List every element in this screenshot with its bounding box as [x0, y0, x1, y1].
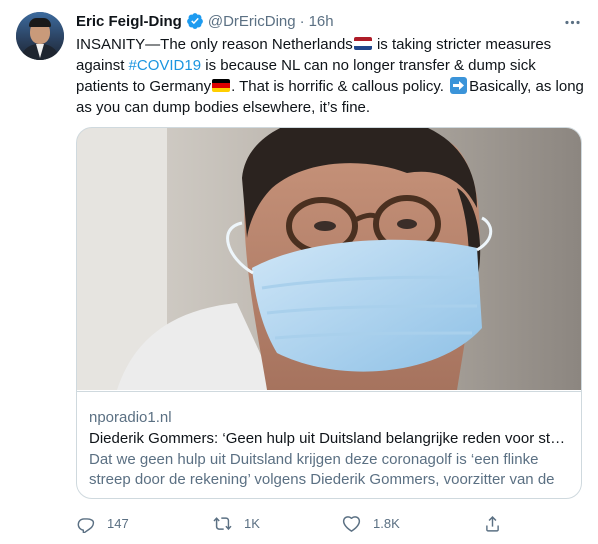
- separator-dot: ·: [299, 12, 305, 30]
- avatar[interactable]: [16, 12, 64, 60]
- tweet-text-part: INSANITY—The only reason Netherlands: [76, 36, 353, 53]
- tweet-actions: 147 1K 1.8K: [76, 510, 546, 536]
- link-card-image[interactable]: [77, 128, 581, 390]
- like-button[interactable]: 1.8K: [342, 510, 400, 536]
- share-button[interactable]: [483, 510, 502, 536]
- tweet-header: Eric Feigl-Ding @DrEricDing · 16h: [76, 10, 334, 32]
- retweet-button[interactable]: 1K: [213, 510, 260, 536]
- reply-button[interactable]: 147: [76, 510, 129, 536]
- tweet-text: INSANITY—The only reason Netherlands is …: [76, 34, 586, 118]
- link-card-domain: nporadio1.nl: [89, 409, 172, 426]
- reply-count: 147: [107, 515, 129, 531]
- author-name[interactable]: Eric Feigl-Ding: [76, 13, 182, 30]
- retweet-icon: [213, 514, 232, 533]
- hashtag-link[interactable]: #COVID19: [129, 57, 202, 74]
- germany-flag-icon: [212, 79, 231, 92]
- right-arrow-emoji-icon: [450, 77, 468, 94]
- link-card-meta: nporadio1.nl Diederik Gommers: ‘Geen hul…: [77, 391, 581, 498]
- like-icon: [342, 514, 361, 533]
- tweet[interactable]: Eric Feigl-Ding @DrEricDing · 16h INSANI…: [0, 0, 598, 544]
- link-card-title: Diederik Gommers: ‘Geen hulp uit Duitsla…: [89, 430, 569, 447]
- like-count: 1.8K: [373, 515, 400, 531]
- share-icon: [483, 514, 502, 533]
- retweet-count: 1K: [244, 515, 260, 531]
- reply-icon: [76, 514, 95, 533]
- verified-badge-icon: [186, 12, 204, 30]
- link-card-description: Dat we geen hulp uit Duitsland krijgen d…: [89, 451, 555, 498]
- tweet-text-part: . That is horrific & callous policy.: [231, 78, 449, 95]
- netherlands-flag-icon: [353, 37, 372, 50]
- link-card[interactable]: nporadio1.nl Diederik Gommers: ‘Geen hul…: [76, 127, 582, 499]
- author-handle[interactable]: @DrEricDing: [208, 13, 296, 30]
- more-options-icon[interactable]: [560, 10, 584, 34]
- tweet-timestamp[interactable]: 16h: [309, 13, 334, 30]
